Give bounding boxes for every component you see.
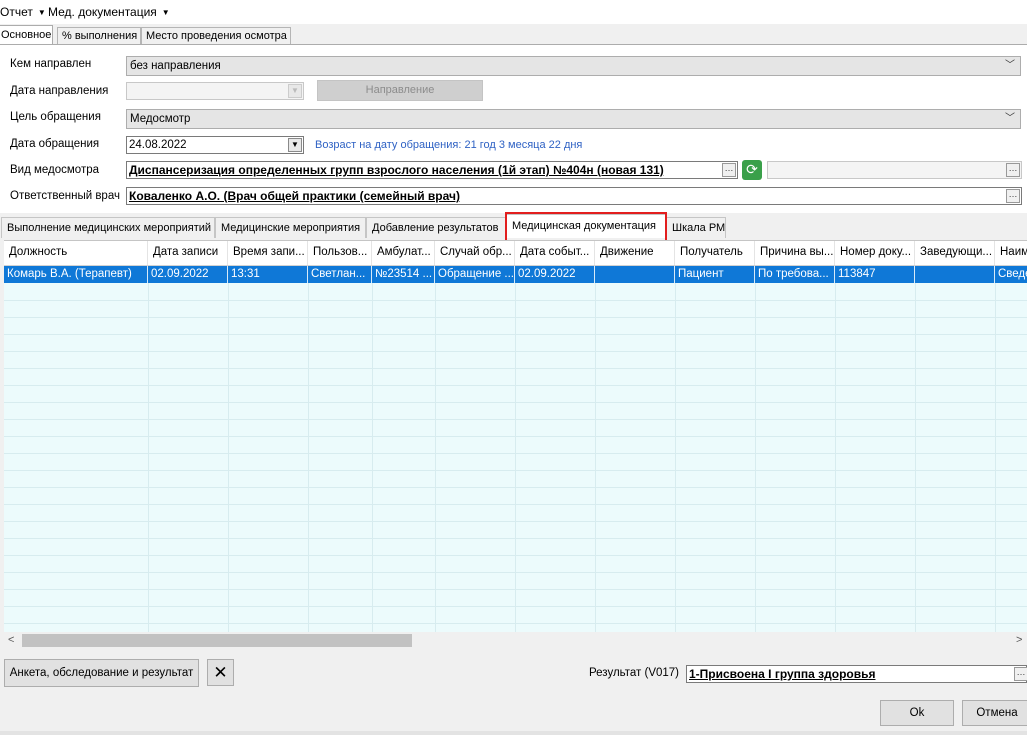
result-field[interactable]: 1-Присвоена I группа здоровья bbox=[686, 665, 1027, 683]
col-header-head[interactable]: Заведующи... bbox=[915, 241, 995, 265]
referred-by-select[interactable]: без направления ﹀ bbox=[126, 56, 1021, 76]
menu-report-label: Отчет bbox=[0, 5, 33, 19]
grid-col-line bbox=[995, 283, 996, 633]
exam-type-label: Вид медосмотра bbox=[10, 164, 100, 176]
scroll-right-icon[interactable]: > bbox=[1016, 634, 1022, 646]
grid-col-line bbox=[228, 283, 229, 633]
grid-col-line bbox=[755, 283, 756, 633]
col-header-case[interactable]: Случай обр... bbox=[435, 241, 515, 265]
grid-col-line bbox=[435, 283, 436, 633]
col-header-event-date[interactable]: Дата событ... bbox=[515, 241, 595, 265]
calendar-dropdown-icon[interactable]: ▼ bbox=[288, 84, 302, 98]
tab-add-results[interactable]: Добавление результатов bbox=[366, 217, 506, 238]
result-browse-button[interactable]: … bbox=[1014, 667, 1027, 681]
cell-recipient[interactable]: Пациент bbox=[675, 266, 755, 283]
cell-reason[interactable]: По требова... bbox=[755, 266, 835, 283]
col-header-user[interactable]: Пользов... bbox=[308, 241, 372, 265]
purpose-label: Цель обращения bbox=[10, 111, 101, 123]
purpose-select[interactable]: Медосмотр ﹀ bbox=[126, 109, 1021, 129]
menu-report[interactable]: Отчет ▼ bbox=[0, 5, 46, 19]
chevron-down-icon: ▼ bbox=[161, 8, 170, 17]
cell-position[interactable]: Комарь В.А. (Терапевт) bbox=[4, 266, 148, 283]
menu-med-docs-label: Мед. документация bbox=[48, 5, 157, 19]
cell-event-date[interactable]: 02.09.2022 bbox=[515, 266, 595, 283]
cell-doc-number[interactable]: 113847 bbox=[835, 266, 915, 283]
grid-col-line bbox=[915, 283, 916, 633]
col-header-movement[interactable]: Движение bbox=[595, 241, 675, 265]
calendar-dropdown-icon[interactable]: ▼ bbox=[288, 138, 302, 152]
col-header-doc-number[interactable]: Номер доку... bbox=[835, 241, 915, 265]
scroll-left-icon[interactable]: < bbox=[8, 634, 14, 646]
cancel-button[interactable]: Отмена bbox=[962, 700, 1027, 726]
purpose-value: Медосмотр bbox=[130, 113, 191, 125]
cell-record-time[interactable]: 13:31 bbox=[228, 266, 308, 283]
cell-head[interactable] bbox=[915, 266, 995, 283]
menu-bar: Отчет ▼ Мед. документация ▼ bbox=[0, 0, 1027, 24]
col-header-position[interactable]: Должность bbox=[4, 241, 148, 265]
cell-movement[interactable] bbox=[595, 266, 675, 283]
cell-outpatient[interactable]: №23514 ... bbox=[372, 266, 435, 283]
scroll-thumb[interactable] bbox=[22, 634, 412, 647]
window-bottom-edge bbox=[0, 731, 1027, 735]
tab-activities-execution[interactable]: Выполнение медицинских мероприятий bbox=[1, 217, 215, 238]
tab-percent[interactable]: % выполнения bbox=[57, 27, 141, 44]
exam-type-field[interactable]: Диспансеризация определенных групп взрос… bbox=[126, 161, 738, 179]
result-label: Результат (V017) bbox=[589, 667, 680, 679]
refresh-icon[interactable]: ⟳ bbox=[742, 160, 762, 180]
cell-name[interactable]: Сведе bbox=[995, 266, 1027, 283]
doctor-browse-button[interactable]: … bbox=[1006, 189, 1020, 203]
cell-record-date[interactable]: 02.09.2022 bbox=[148, 266, 228, 283]
grid-col-line bbox=[372, 283, 373, 633]
cell-user[interactable]: Светлан... bbox=[308, 266, 372, 283]
referral-button[interactable]: Направление bbox=[317, 80, 483, 101]
visit-date-label: Дата обращения bbox=[10, 138, 100, 150]
referred-by-value: без направления bbox=[130, 60, 221, 72]
age-info: Возраст на дату обращения: 21 год 3 меся… bbox=[315, 139, 583, 151]
doctor-label: Ответственный врач bbox=[10, 190, 120, 202]
col-header-name[interactable]: Наим bbox=[995, 241, 1027, 265]
col-header-outpatient[interactable]: Амбулат... bbox=[372, 241, 435, 265]
tab-place[interactable]: Место проведения осмотра bbox=[141, 27, 291, 44]
visit-date-field[interactable]: 24.08.2022 bbox=[126, 136, 304, 154]
ok-button[interactable]: Ok bbox=[880, 700, 954, 726]
grid-col-line bbox=[675, 283, 676, 633]
col-header-record-time[interactable]: Время запи... bbox=[228, 241, 308, 265]
exam-extra-field[interactable] bbox=[767, 161, 1022, 179]
documents-grid: Должность Дата записи Время запи... Поль… bbox=[4, 240, 1027, 633]
exam-extra-browse-button[interactable]: … bbox=[1006, 163, 1020, 177]
tab-rm-scale[interactable]: Шкала РМ bbox=[666, 217, 726, 238]
chevron-down-icon: ﹀ bbox=[1005, 60, 1015, 71]
horizontal-scrollbar[interactable]: < > bbox=[4, 632, 1027, 649]
col-header-record-date[interactable]: Дата записи bbox=[148, 241, 228, 265]
referral-date-label: Дата направления bbox=[10, 85, 109, 97]
grid-header: Должность Дата записи Время запи... Поль… bbox=[4, 241, 1027, 266]
survey-results-button[interactable]: Анкета, обследование и результат bbox=[4, 659, 199, 687]
referred-by-label: Кем направлен bbox=[10, 58, 92, 70]
doctor-field[interactable]: Коваленко А.О. (Врач общей практики (сем… bbox=[126, 187, 1022, 205]
chevron-down-icon: ▼ bbox=[37, 8, 46, 17]
close-icon[interactable]: ✕ bbox=[207, 659, 234, 686]
referral-date-field[interactable] bbox=[126, 82, 304, 100]
grid-col-line bbox=[515, 283, 516, 633]
grid-col-line bbox=[148, 283, 149, 633]
chevron-down-icon: ﹀ bbox=[1005, 113, 1015, 124]
col-header-recipient[interactable]: Получатель bbox=[675, 241, 755, 265]
col-header-reason[interactable]: Причина вы... bbox=[755, 241, 835, 265]
grid-col-line bbox=[835, 283, 836, 633]
tab-med-activities[interactable]: Медицинские мероприятия bbox=[215, 217, 366, 238]
exam-type-browse-button[interactable]: … bbox=[722, 163, 736, 177]
menu-med-docs[interactable]: Мед. документация ▼ bbox=[48, 5, 170, 19]
cell-case[interactable]: Обращение ... bbox=[435, 266, 515, 283]
grid-col-line bbox=[308, 283, 309, 633]
table-row[interactable]: Комарь В.А. (Терапевт) 02.09.2022 13:31 … bbox=[4, 266, 1027, 283]
grid-col-line bbox=[595, 283, 596, 633]
tab-main[interactable]: Основное bbox=[0, 25, 53, 45]
